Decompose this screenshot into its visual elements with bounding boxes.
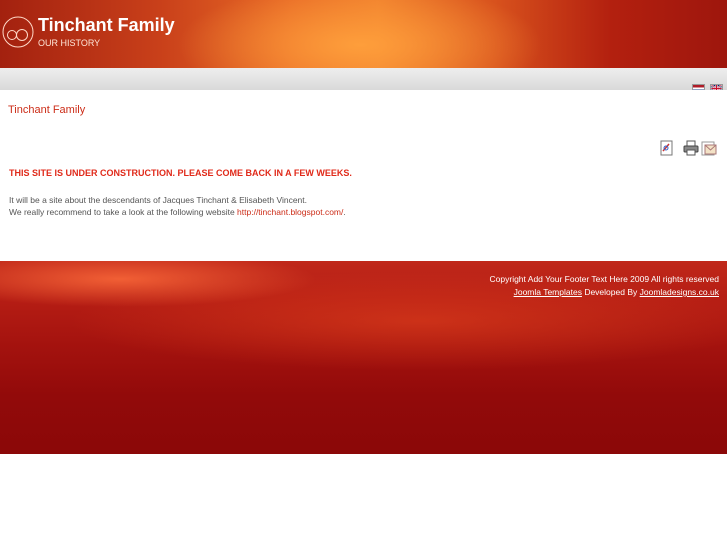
main-content: Tinchant Family THIS SITE IS UNDER CONST…: [0, 90, 727, 261]
nav-bar: [0, 68, 727, 90]
joomladesigns-link[interactable]: Joomladesigns.co.uk: [640, 287, 719, 297]
construction-notice: THIS SITE IS UNDER CONSTRUCTION. PLEASE …: [9, 168, 352, 178]
site-title[interactable]: Tinchant Family: [38, 15, 175, 36]
copyright-text: Copyright Add Your Footer Text Here 2009…: [489, 274, 719, 284]
recommend-suffix: .: [343, 207, 346, 217]
joomla-templates-link[interactable]: Joomla Templates: [514, 287, 582, 297]
site-footer: Copyright Add Your Footer Text Here 2009…: [0, 261, 727, 454]
site-header: Tinchant Family OUR HISTORY: [0, 0, 727, 68]
developed-by-text: Developed By: [581, 287, 640, 297]
article-tools: [659, 140, 717, 156]
logo-circles-icon: [2, 16, 34, 48]
recommend-prefix: We really recommend to take a look at th…: [9, 207, 238, 217]
intro-text: It will be a site about the descendants …: [9, 195, 308, 205]
credits-text: Joomla Templates Developed By Joomladesi…: [490, 286, 719, 299]
recommend-text: We really recommend to take a look at th…: [9, 207, 346, 217]
pdf-icon[interactable]: [659, 140, 675, 156]
email-icon[interactable]: [701, 140, 717, 156]
page-title[interactable]: Tinchant Family: [8, 104, 85, 116]
blog-link[interactable]: http://tinchant.blogspot.com/: [237, 207, 343, 217]
site-subtitle: OUR HISTORY: [38, 38, 101, 48]
print-icon[interactable]: [683, 140, 699, 156]
footer-text: Copyright Add Your Footer Text Here 2009…: [490, 273, 719, 299]
